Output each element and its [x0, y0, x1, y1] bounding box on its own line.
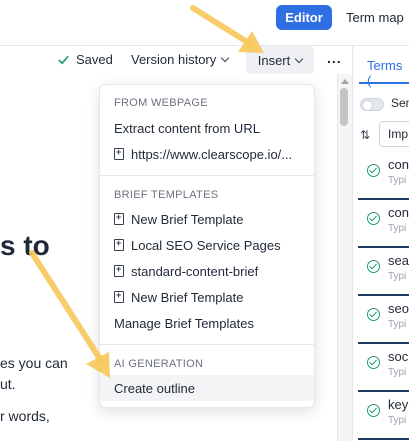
editor-text-line[interactable]: es you can [0, 355, 68, 371]
editor-text-line[interactable]: ut. [0, 376, 16, 392]
term-type: Typi [388, 367, 407, 378]
editor-scrollbar[interactable] [337, 74, 352, 441]
term-item[interactable]: seo Typi [358, 296, 409, 344]
term-item[interactable]: key Typi [358, 392, 409, 440]
more-options-button[interactable]: ... [327, 50, 342, 66]
check-circle-icon [367, 260, 380, 273]
chevron-down-icon [295, 54, 304, 63]
menu-item-label: Extract content from URL [114, 120, 260, 136]
editor-text-line[interactable]: r words, [0, 408, 50, 424]
term-type: Typi [388, 223, 407, 234]
term-name: sea [388, 253, 409, 268]
saved-label: Saved [76, 52, 113, 67]
insert-button[interactable]: Insert [246, 46, 314, 74]
menu-section-header: FROM WEBPAGE [114, 97, 208, 109]
editor-button[interactable]: Editor [276, 5, 332, 30]
check-circle-icon [367, 164, 380, 177]
add-document-icon [114, 290, 124, 303]
scrollbar-thumb[interactable] [340, 88, 348, 126]
menu-item-label: https://www.clearscope.io/... [131, 146, 293, 162]
menu-section-header: BRIEF TEMPLATES [114, 189, 219, 201]
term-name: con [388, 205, 409, 220]
term-item[interactable]: soc Typi [358, 344, 409, 392]
menu-section-header: AI GENERATION [114, 358, 204, 370]
menu-item-brief-template[interactable]: New Brief Template [100, 284, 314, 310]
top-bar: Editor Term map [0, 0, 409, 46]
term-item[interactable]: sea Typi [358, 248, 409, 296]
check-circle-icon [367, 212, 380, 225]
menu-item-create-outline[interactable]: Create outline [100, 375, 314, 401]
term-type: Typi [388, 175, 407, 186]
add-document-icon [114, 264, 124, 277]
version-history-button[interactable]: Version history [131, 52, 230, 67]
term-name: con [388, 157, 409, 172]
insert-label: Insert [257, 52, 291, 68]
term-item[interactable]: con Typi [358, 152, 409, 200]
check-circle-icon [367, 356, 380, 369]
term-name: seo [388, 301, 409, 316]
menu-item-label: Manage Brief Templates [114, 315, 254, 331]
term-name: soc [388, 349, 409, 364]
menu-item-extract-url[interactable]: Extract content from URL [100, 115, 314, 141]
check-circle-icon [367, 404, 380, 417]
toggle-label: Sen [391, 96, 409, 110]
version-history-label: Version history [131, 52, 217, 67]
saved-status: Saved [57, 52, 113, 67]
sentence-toggle[interactable] [360, 98, 384, 111]
check-icon [58, 55, 69, 65]
editor-toolbar: Saved Version history Insert ... [0, 46, 352, 74]
editor-heading[interactable]: s to [0, 230, 50, 262]
term-name: key [388, 397, 409, 412]
menu-item-label: Local SEO Service Pages [131, 237, 281, 253]
chevron-down-icon [221, 53, 230, 63]
menu-divider [100, 344, 314, 345]
add-document-icon [114, 212, 124, 225]
term-item[interactable]: con Typi [358, 200, 409, 248]
term-type: Typi [388, 319, 407, 330]
menu-item-label: Create outline [114, 380, 195, 396]
menu-item-label: standard-content-brief [131, 263, 259, 279]
tab-active-indicator [359, 82, 409, 84]
term-type: Typi [388, 415, 407, 426]
sort-select[interactable]: Imp [379, 121, 409, 147]
menu-item-brief-template[interactable]: standard-content-brief [100, 258, 314, 284]
scroll-up-icon[interactable] [341, 79, 349, 84]
menu-item-brief-template[interactable]: Local SEO Service Pages [100, 232, 314, 258]
menu-item-clearscope-url[interactable]: https://www.clearscope.io/... [100, 141, 314, 167]
menu-item-label: New Brief Template [131, 289, 244, 305]
term-type: Typi [388, 271, 407, 282]
sort-icon[interactable]: ⇅ [360, 128, 370, 142]
app-root: Editor Term map Saved Version history In… [0, 0, 409, 441]
add-document-icon [114, 147, 124, 160]
menu-item-label: New Brief Template [131, 211, 244, 227]
menu-item-manage-templates[interactable]: Manage Brief Templates [100, 310, 314, 336]
add-document-icon [114, 238, 124, 251]
check-circle-icon [367, 308, 380, 321]
menu-divider [100, 175, 314, 176]
menu-item-brief-template[interactable]: New Brief Template [100, 206, 314, 232]
term-map-button[interactable]: Term map [346, 5, 404, 30]
insert-menu: FROM WEBPAGE Extract content from URL ht… [99, 84, 315, 408]
